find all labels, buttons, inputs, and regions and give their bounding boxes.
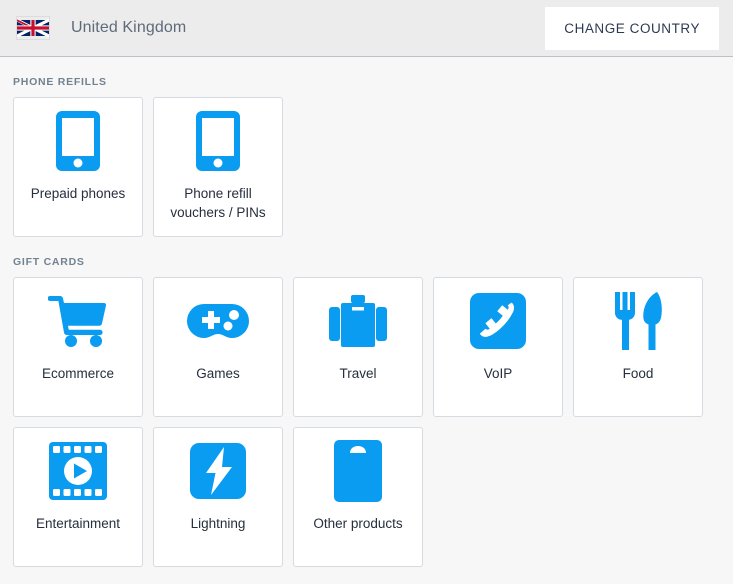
section-phone-refills: PHONE REFILLS Prepaid phones Phone refil…: [0, 76, 733, 237]
gift-card-icon: [334, 428, 382, 514]
suitcase-icon: [329, 278, 387, 364]
card-label: Food: [622, 366, 654, 381]
card-label: Prepaid phones: [30, 186, 126, 201]
smartphone-icon: [194, 98, 242, 184]
card-label: Games: [196, 366, 240, 381]
country-header: United Kingdom CHANGE COUNTRY: [0, 0, 733, 57]
section-gift-cards: GIFT CARDS Ecommerce Games Travel VoIP F…: [0, 256, 733, 567]
change-country-button[interactable]: CHANGE COUNTRY: [545, 6, 719, 50]
lightning-bolt-icon: [190, 428, 246, 514]
smartphone-icon: [54, 98, 102, 184]
card-games[interactable]: Games: [153, 277, 283, 417]
card-prepaid-phones[interactable]: Prepaid phones: [13, 97, 143, 237]
country-name: United Kingdom: [71, 19, 187, 36]
card-food[interactable]: Food: [573, 277, 703, 417]
card-label: Travel: [339, 366, 377, 381]
shopping-cart-icon: [48, 278, 108, 364]
uk-flag-icon: [16, 16, 50, 40]
film-play-icon: [49, 428, 107, 514]
card-grid-phone-refills: Prepaid phones Phone refill vouchers / P…: [0, 97, 707, 237]
gamepad-icon: [187, 278, 249, 364]
fork-knife-icon: [613, 278, 663, 364]
card-label: Lightning: [190, 516, 246, 531]
card-voip[interactable]: VoIP: [433, 277, 563, 417]
card-phone-refill-vouchers[interactable]: Phone refill vouchers / PINs: [153, 97, 283, 237]
card-label: VoIP: [483, 366, 513, 381]
card-grid-gift-cards: Ecommerce Games Travel VoIP Food Enterta…: [0, 277, 707, 567]
section-title-gift-cards: GIFT CARDS: [13, 256, 85, 268]
section-title-phone-refills: PHONE REFILLS: [13, 76, 107, 88]
card-entertainment[interactable]: Entertainment: [13, 427, 143, 567]
card-label: Entertainment: [35, 516, 121, 531]
card-travel[interactable]: Travel: [293, 277, 423, 417]
product-categories: PHONE REFILLS Prepaid phones Phone refil…: [0, 57, 733, 567]
card-other-products[interactable]: Other products: [293, 427, 423, 567]
card-label: Ecommerce: [41, 366, 114, 381]
card-ecommerce[interactable]: Ecommerce: [13, 277, 143, 417]
card-label: Other products: [313, 516, 403, 531]
card-lightning[interactable]: Lightning: [153, 427, 283, 567]
phone-handset-icon: [470, 278, 526, 364]
card-label: Phone refill vouchers / PINs: [170, 186, 266, 220]
